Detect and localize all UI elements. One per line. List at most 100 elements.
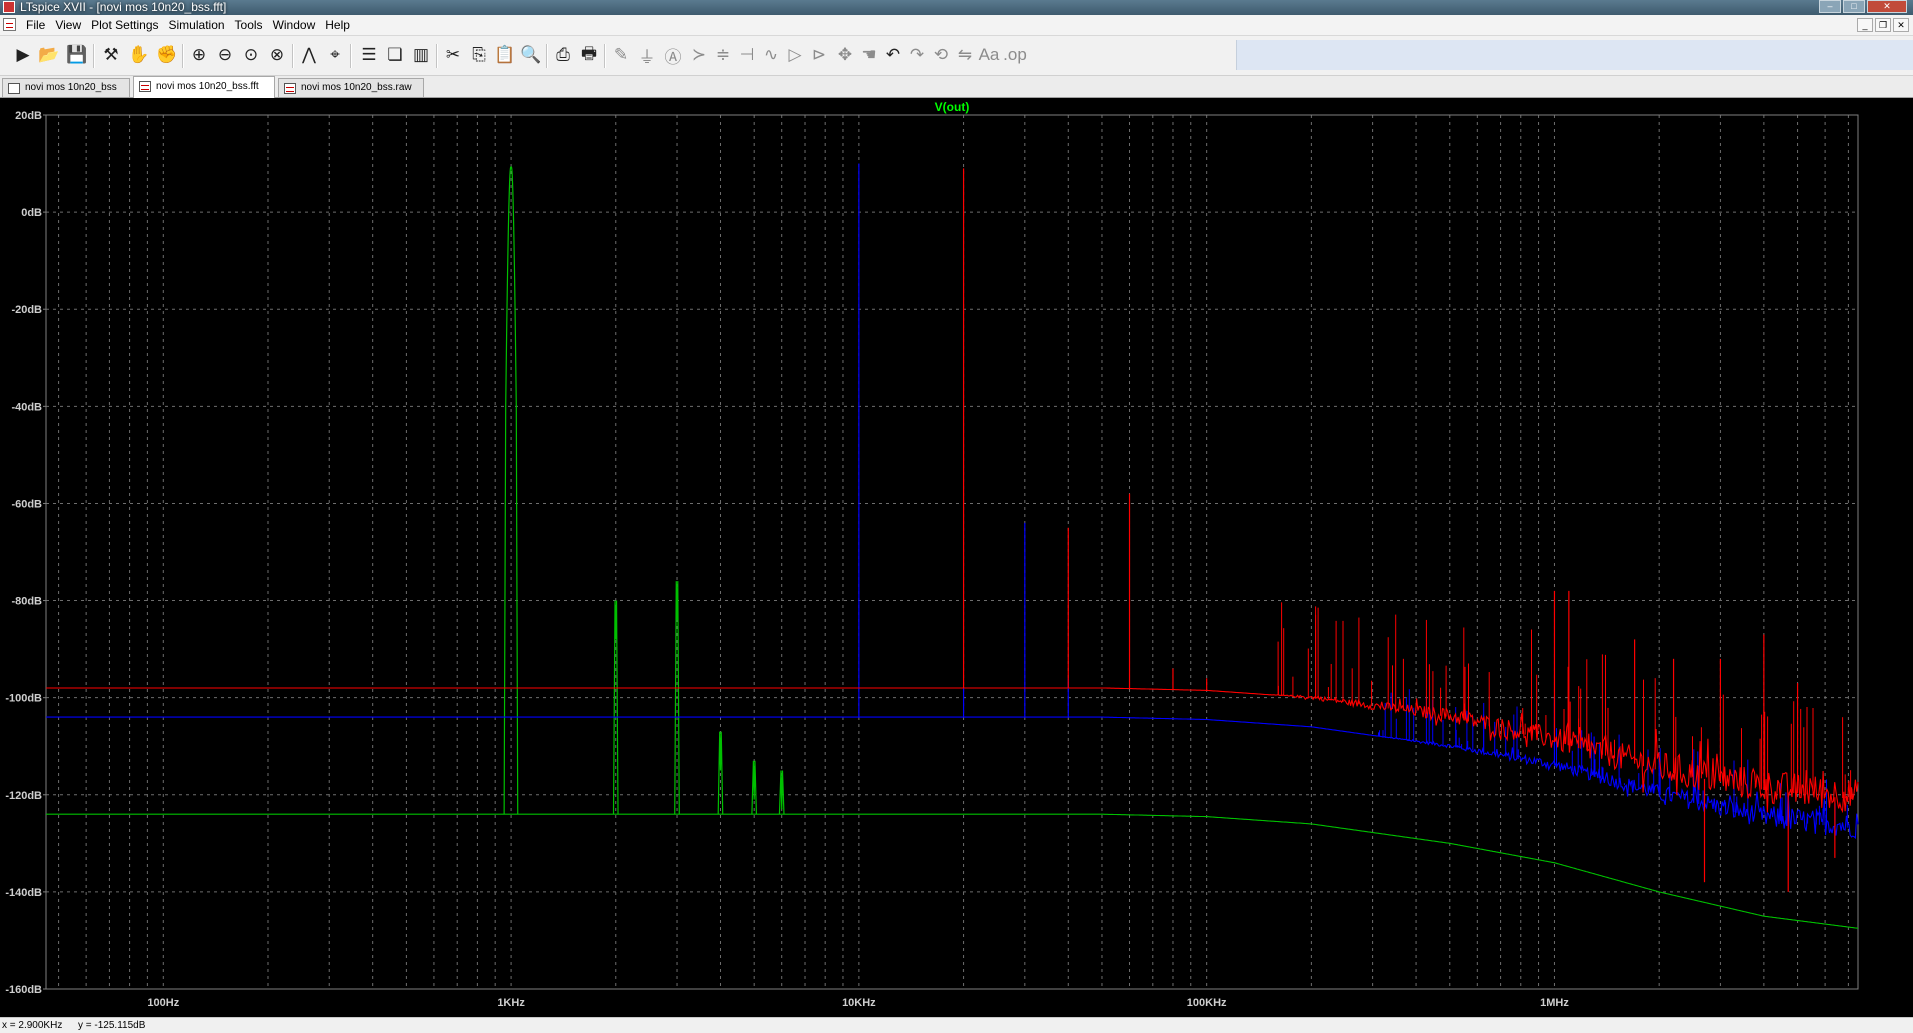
y-tick-label: -40dB (11, 401, 42, 413)
tile-horizontal-icon[interactable]: ☰ (356, 42, 382, 68)
doc-restore-button[interactable]: ❐ (1875, 18, 1891, 32)
window-title: LTspice XVII - [novi mos 10n20_bss.fft] (20, 0, 227, 14)
menu-tools[interactable]: Tools (231, 18, 269, 33)
open-icon[interactable]: 📂 (36, 42, 62, 68)
waveform-icon (284, 83, 296, 94)
drag-icon[interactable]: ☚ (856, 42, 882, 68)
undo-icon[interactable]: ↶ (880, 42, 906, 68)
trace-peak (778, 770, 785, 815)
x-tick-label: 10KHz (842, 997, 876, 1009)
zoom-fit-icon[interactable]: ⊙ (238, 42, 264, 68)
status-bar: x = 2.900KHz y = -125.115dB (0, 1017, 1913, 1033)
menu-view[interactable]: View (51, 18, 87, 33)
redo-icon[interactable]: ↷ (904, 42, 930, 68)
toolbar: ▶ 📂 💾 ⚒ ✋ ✊ ⊕ ⊖ ⊙ ⊗ ⋀ ⌖ ☰ ❏ ▥ ✂ ⎘ 📋 🔍 ⎙ … (0, 36, 1913, 76)
plot-frame (45, 114, 1859, 990)
component-icon[interactable]: ≻ (686, 42, 712, 68)
cursor-y-readout: y = -125.115dB (78, 1020, 146, 1031)
ltspice-app-icon (3, 1, 15, 13)
x-tick-label: 100Hz (147, 997, 179, 1009)
doc-minimize-button[interactable]: _ (1857, 18, 1873, 32)
rotate-icon[interactable]: ⟲ (928, 42, 954, 68)
fft-plot[interactable]: 20dB 0dB -20dB -40dB -60dB -80dB -100dB -120dB -… (0, 98, 1913, 1017)
minimize-button[interactable]: – (1819, 0, 1841, 13)
control-panel-icon[interactable]: ⚒ (98, 42, 124, 68)
trace-floor (46, 813, 1859, 929)
y-tick-label: -20dB (11, 304, 42, 316)
markers-icon[interactable]: ⌖ (322, 42, 348, 68)
tab-fft[interactable]: novi mos 10n20_bss.fft (133, 76, 275, 98)
inductor-icon[interactable]: ∿ (758, 42, 784, 68)
spice-directive-icon[interactable]: .op (1002, 42, 1028, 68)
mirror-icon[interactable]: ⇋ (952, 42, 978, 68)
maximize-button[interactable]: □ (1843, 0, 1865, 13)
tab-label: novi mos 10n20_bss.raw (301, 82, 412, 93)
paste-icon[interactable]: 📋 (492, 42, 518, 68)
tab-schematic[interactable]: novi mos 10n20_bss (2, 78, 130, 97)
toolbar-empty-area (1236, 40, 1913, 70)
run-icon[interactable]: ▶ (10, 42, 36, 68)
menu-bar: File View Plot Settings Simulation Tools… (0, 15, 1913, 36)
cut-icon[interactable]: ✂ (440, 42, 466, 68)
document-tabs: novi mos 10n20_bss novi mos 10n20_bss.ff… (0, 76, 1913, 98)
tab-raw[interactable]: novi mos 10n20_bss.raw (278, 78, 424, 97)
text-icon[interactable]: Aa (976, 42, 1002, 68)
print-icon[interactable]: 🖶 (576, 42, 602, 68)
menu-plot-settings[interactable]: Plot Settings (87, 18, 164, 33)
diode-icon[interactable]: ▷ (782, 42, 808, 68)
y-tick-label: 0dB (21, 207, 42, 219)
capacitor-icon[interactable]: ⊣ (734, 42, 760, 68)
halt-icon[interactable]: ✋ (126, 42, 152, 68)
trace-series-2 (46, 168, 1859, 892)
zoom-in-icon[interactable]: ⊕ (186, 42, 212, 68)
cursor-x-readout: x = 2.900KHz (2, 1020, 63, 1031)
tab-label: novi mos 10n20_bss (25, 82, 117, 93)
y-tick-label: -120dB (5, 790, 42, 802)
y-tick-label: 20dB (15, 110, 42, 122)
zoom-out-icon[interactable]: ⊖ (212, 42, 238, 68)
trace-series-1 (46, 163, 1859, 840)
y-tick-label: -60dB (11, 498, 42, 510)
wire-icon[interactable]: ✎ (608, 42, 634, 68)
trace-peak (751, 760, 758, 815)
y-tick-label: -160dB (5, 984, 42, 996)
window-controls: – □ ✕ (1819, 0, 1907, 13)
doc-close-button[interactable]: ✕ (1893, 18, 1909, 32)
copy-icon[interactable]: ⎘ (466, 42, 492, 68)
trace-floor (46, 716, 1859, 840)
menu-window[interactable]: Window (269, 18, 322, 33)
plot-traces (46, 163, 1859, 929)
tile-vertical-icon[interactable]: ▥ (408, 42, 434, 68)
zoom-cancel-icon[interactable]: ⊗ (264, 42, 290, 68)
menu-simulation[interactable]: Simulation (165, 18, 231, 33)
schematic-icon (8, 83, 20, 94)
waveform-icon (139, 81, 151, 92)
find-icon[interactable]: 🔍 (518, 42, 544, 68)
label-net-icon[interactable]: Ⓐ (660, 42, 686, 68)
plot-grid (46, 115, 1858, 989)
print-preview-icon[interactable]: ⎙ (550, 42, 576, 68)
ground-icon[interactable]: ⏚ (634, 42, 660, 68)
document-icon[interactable] (3, 18, 16, 31)
x-tick-label: 100KHz (1187, 997, 1227, 1009)
x-tick-label: 1KHz (497, 997, 525, 1009)
cascade-icon[interactable]: ❏ (382, 42, 408, 68)
y-tick-label: -140dB (5, 887, 42, 899)
component-symbol-icon[interactable]: ⊳ (806, 42, 832, 68)
pan-icon[interactable]: ✊ (154, 42, 180, 68)
title-bar: LTspice XVII - [novi mos 10n20_bss.fft] … (0, 0, 1913, 15)
tab-label: novi mos 10n20_bss.fft (156, 81, 259, 92)
move-icon[interactable]: ✥ (832, 42, 858, 68)
save-icon[interactable]: 💾 (64, 42, 90, 68)
menu-help[interactable]: Help (321, 18, 356, 33)
trace-series-0 (46, 166, 1859, 929)
autorange-icon[interactable]: ⋀ (296, 42, 322, 68)
trace-label-vout[interactable]: V(out) (935, 100, 970, 114)
close-button[interactable]: ✕ (1867, 0, 1907, 13)
resistor-icon[interactable]: ≑ (710, 42, 736, 68)
y-tick-label: -100dB (5, 693, 42, 705)
menu-file[interactable]: File (22, 18, 51, 33)
trace-floor (46, 687, 1859, 814)
y-tick-label: -80dB (11, 596, 42, 608)
waveform-viewer[interactable]: 20dB 0dB -20dB -40dB -60dB -80dB -100dB -120dB -… (0, 98, 1913, 1017)
